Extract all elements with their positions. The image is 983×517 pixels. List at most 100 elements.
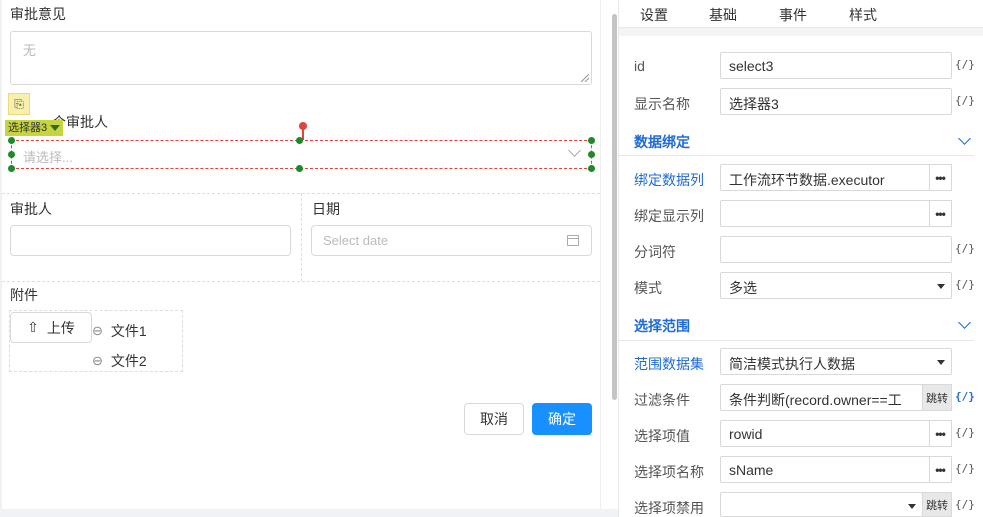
expression-icon[interactable]: {/}	[955, 426, 975, 439]
expression-icon[interactable]: {/}	[955, 498, 975, 511]
resize-handle-l[interactable]	[8, 151, 15, 158]
filter-value: 条件判断(record.owner==工	[729, 392, 902, 408]
filter-input[interactable]: 条件判断(record.owner==工	[720, 384, 923, 411]
panel-separator	[619, 28, 983, 36]
bind-column-label: 绑定数据列	[634, 172, 704, 188]
separator-label: 分词符	[634, 244, 676, 260]
chevron-down-icon	[958, 132, 971, 145]
resize-handle-b[interactable]	[296, 165, 303, 172]
scrollbar-thumb[interactable]	[612, 14, 617, 400]
separator-input[interactable]	[720, 236, 952, 263]
display-name-value: 选择器3	[729, 96, 779, 112]
option-name-value: sName	[729, 462, 774, 478]
confirm-button[interactable]: 确定	[532, 403, 592, 435]
rotate-handle[interactable]	[299, 122, 307, 130]
caret-down-icon	[937, 360, 945, 365]
opinion-textarea[interactable]: 无	[10, 31, 592, 85]
id-value: select3	[729, 58, 774, 74]
expression-icon[interactable]: {/}	[955, 462, 975, 475]
option-value-value: rowid	[729, 426, 763, 442]
opinion-placeholder: 无	[23, 43, 37, 58]
tab-settings[interactable]: 设置	[640, 5, 668, 25]
date-placeholder: Select date	[323, 233, 389, 248]
option-name-more-button[interactable]: •••	[929, 456, 952, 483]
chevron-down-icon	[568, 144, 581, 157]
grid-divider	[301, 193, 302, 281]
filter-label: 过滤条件	[634, 392, 690, 408]
drag-handle-icon[interactable]: ⎘	[8, 93, 30, 115]
bind-display-input[interactable]	[720, 200, 930, 227]
resize-handle-br[interactable]	[588, 165, 595, 172]
opinion-label: 审批意见	[10, 6, 66, 22]
resize-handle-bl[interactable]	[8, 165, 15, 172]
properties-panel: 设置 基础 事件 样式 id select3 {/} 显示名称 选择器3 {/}…	[618, 0, 983, 517]
resize-handle-tr[interactable]	[588, 137, 595, 144]
bind-display-more-button[interactable]: •••	[929, 200, 952, 227]
option-value-label: 选择项值	[634, 428, 690, 444]
range-dataset-label: 范围数据集	[634, 356, 704, 372]
option-disabled-label: 选择项禁用	[634, 500, 704, 516]
upload-button[interactable]: ⇧ 上传	[10, 312, 92, 343]
tag-dropdown-icon[interactable]	[50, 125, 61, 131]
upload-icon: ⇧	[27, 319, 39, 335]
file-name[interactable]: 文件1	[111, 321, 147, 341]
mode-select[interactable]: 多选	[720, 272, 952, 299]
canvas-left-edge	[0, 0, 2, 517]
panel-tabs: 设置 基础 事件 样式	[619, 0, 983, 28]
resize-handle-r[interactable]	[588, 151, 595, 158]
range-dataset-select[interactable]: 简洁模式执行人数据	[720, 348, 952, 375]
section-select-range-title: 选择范围	[634, 318, 690, 334]
id-input[interactable]: select3	[720, 52, 952, 79]
expression-icon[interactable]: {/}	[955, 390, 975, 403]
selected-component-tag[interactable]: 选择器3	[5, 120, 64, 136]
mode-label: 模式	[634, 280, 662, 296]
expression-icon[interactable]: {/}	[955, 242, 975, 255]
attachment-label: 附件	[10, 287, 38, 303]
option-name-input[interactable]: sName	[720, 456, 930, 483]
upload-button-label: 上传	[46, 319, 75, 336]
expression-icon[interactable]: {/}	[955, 58, 975, 71]
bind-display-label: 绑定显示列	[634, 208, 704, 224]
chevron-down-icon	[958, 316, 971, 329]
section-data-binding-title: 数据绑定	[634, 134, 690, 150]
cancel-button[interactable]: 取消	[464, 403, 524, 435]
option-value-input[interactable]: rowid	[720, 420, 930, 447]
caret-down-icon	[908, 504, 916, 509]
tab-events[interactable]: 事件	[779, 5, 807, 25]
select-placeholder: 请选择...	[23, 150, 73, 165]
bind-column-value: 工作流环节数据.executor	[729, 172, 885, 188]
expression-icon[interactable]: {/}	[955, 278, 975, 291]
bind-column-more-button[interactable]: •••	[929, 164, 952, 191]
date-picker[interactable]: Select date	[311, 225, 592, 256]
section-divider	[619, 155, 974, 156]
expression-icon[interactable]: {/}	[955, 94, 975, 107]
section-data-binding[interactable]: 数据绑定	[634, 132, 974, 152]
date-label: 日期	[312, 201, 340, 217]
file-item[interactable]: ⊘ 文件1	[89, 321, 147, 341]
filter-jump-button[interactable]: 跳转	[922, 384, 952, 411]
resize-grip-icon[interactable]	[581, 74, 589, 82]
calendar-icon	[567, 235, 579, 246]
resize-handle-tl[interactable]	[8, 137, 15, 144]
tab-basic[interactable]: 基础	[709, 5, 737, 25]
bind-column-input[interactable]: 工作流环节数据.executor	[720, 164, 930, 191]
caret-down-icon	[937, 284, 945, 289]
file-item[interactable]: ⊘ 文件2	[89, 351, 147, 371]
range-dataset-value: 简洁模式执行人数据	[729, 356, 855, 372]
file-name[interactable]: 文件2	[111, 351, 147, 371]
approver-label: 审批人	[10, 201, 52, 217]
option-disabled-select[interactable]	[720, 492, 923, 517]
display-name-label: 显示名称	[634, 96, 690, 112]
form-canvas: 审批意见 无 ⎘ 一个审批人 选择器3 请选择... 审批人 日期 Select…	[0, 0, 618, 517]
section-select-range[interactable]: 选择范围	[634, 316, 974, 336]
option-disabled-jump-button[interactable]: 跳转	[922, 492, 952, 517]
id-label: id	[634, 58, 645, 74]
approver-input[interactable]	[10, 225, 291, 256]
resize-handle-t[interactable]	[296, 137, 303, 144]
option-value-more-button[interactable]: •••	[929, 420, 952, 447]
display-name-input[interactable]: 选择器3	[720, 88, 952, 115]
section-divider	[619, 340, 974, 341]
horizontal-scrollbar[interactable]	[0, 509, 618, 517]
selected-component-name: 选择器3	[8, 122, 48, 134]
tab-style[interactable]: 样式	[849, 5, 877, 25]
